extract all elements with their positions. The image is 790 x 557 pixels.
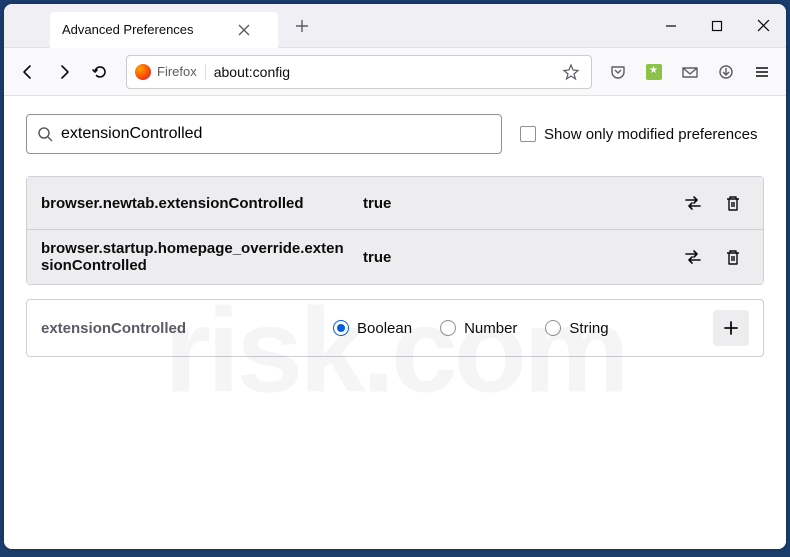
radio-number[interactable]: Number [440, 320, 517, 337]
menu-icon[interactable] [746, 56, 778, 88]
radio-string[interactable]: String [545, 320, 608, 337]
active-tab[interactable]: Advanced Preferences [50, 12, 278, 48]
new-preference-row: extensionControlled Boolean Number Strin… [26, 299, 764, 357]
browser-window: Advanced Preferences [4, 4, 786, 549]
window-controls [648, 4, 786, 48]
close-tab-icon[interactable] [234, 20, 254, 40]
radio-icon [333, 320, 349, 336]
maximize-button[interactable] [694, 4, 740, 48]
firefox-logo-icon [135, 64, 151, 80]
page-content: risk.com Show only modified preferences … [4, 96, 786, 549]
bookmark-star-icon[interactable] [559, 60, 583, 84]
preference-name: browser.newtab.extensionControlled [41, 195, 349, 212]
toggle-button[interactable] [677, 241, 709, 273]
pocket-icon[interactable] [602, 56, 634, 88]
url-bar[interactable]: Firefox about:config [126, 55, 592, 89]
toggle-button[interactable] [677, 187, 709, 219]
new-preference-name: extensionControlled [41, 320, 319, 337]
search-icon [37, 126, 53, 142]
mail-icon[interactable] [674, 56, 706, 88]
close-window-button[interactable] [740, 4, 786, 48]
checkbox-label: Show only modified preferences [544, 126, 757, 143]
back-button[interactable] [12, 56, 44, 88]
type-radio-group: Boolean Number String [333, 320, 699, 337]
forward-button[interactable] [48, 56, 80, 88]
checkbox-icon [520, 126, 536, 142]
extension-icon[interactable] [638, 56, 670, 88]
radio-icon [440, 320, 456, 336]
preference-actions [677, 241, 749, 273]
minimize-button[interactable] [648, 4, 694, 48]
preference-name: browser.startup.homepage_override.extens… [41, 240, 349, 274]
radio-boolean[interactable]: Boolean [333, 320, 412, 337]
navigation-toolbar: Firefox about:config [4, 48, 786, 96]
search-input[interactable] [61, 125, 491, 143]
new-tab-button[interactable] [286, 10, 318, 42]
radio-icon [545, 320, 561, 336]
radio-label: String [569, 320, 608, 337]
identity-box[interactable]: Firefox [135, 64, 206, 80]
delete-button[interactable] [717, 187, 749, 219]
preferences-table: browser.newtab.extensionControlled true … [26, 176, 764, 285]
preference-row[interactable]: browser.newtab.extensionControlled true [27, 177, 763, 229]
preference-value: true [363, 249, 663, 266]
titlebar: Advanced Preferences [4, 4, 786, 48]
toolbar-icons [602, 56, 778, 88]
identity-label: Firefox [157, 64, 197, 79]
preference-value: true [363, 195, 663, 212]
preference-row[interactable]: browser.startup.homepage_override.extens… [27, 229, 763, 284]
search-box[interactable] [26, 114, 502, 154]
reload-button[interactable] [84, 56, 116, 88]
url-text: about:config [214, 64, 551, 80]
add-preference-button[interactable] [713, 310, 749, 346]
delete-button[interactable] [717, 241, 749, 273]
downloads-icon[interactable] [710, 56, 742, 88]
radio-label: Number [464, 320, 517, 337]
radio-label: Boolean [357, 320, 412, 337]
search-row: Show only modified preferences [26, 114, 764, 154]
preference-actions [677, 187, 749, 219]
show-modified-checkbox[interactable]: Show only modified preferences [520, 126, 757, 143]
tab-title: Advanced Preferences [62, 22, 194, 37]
